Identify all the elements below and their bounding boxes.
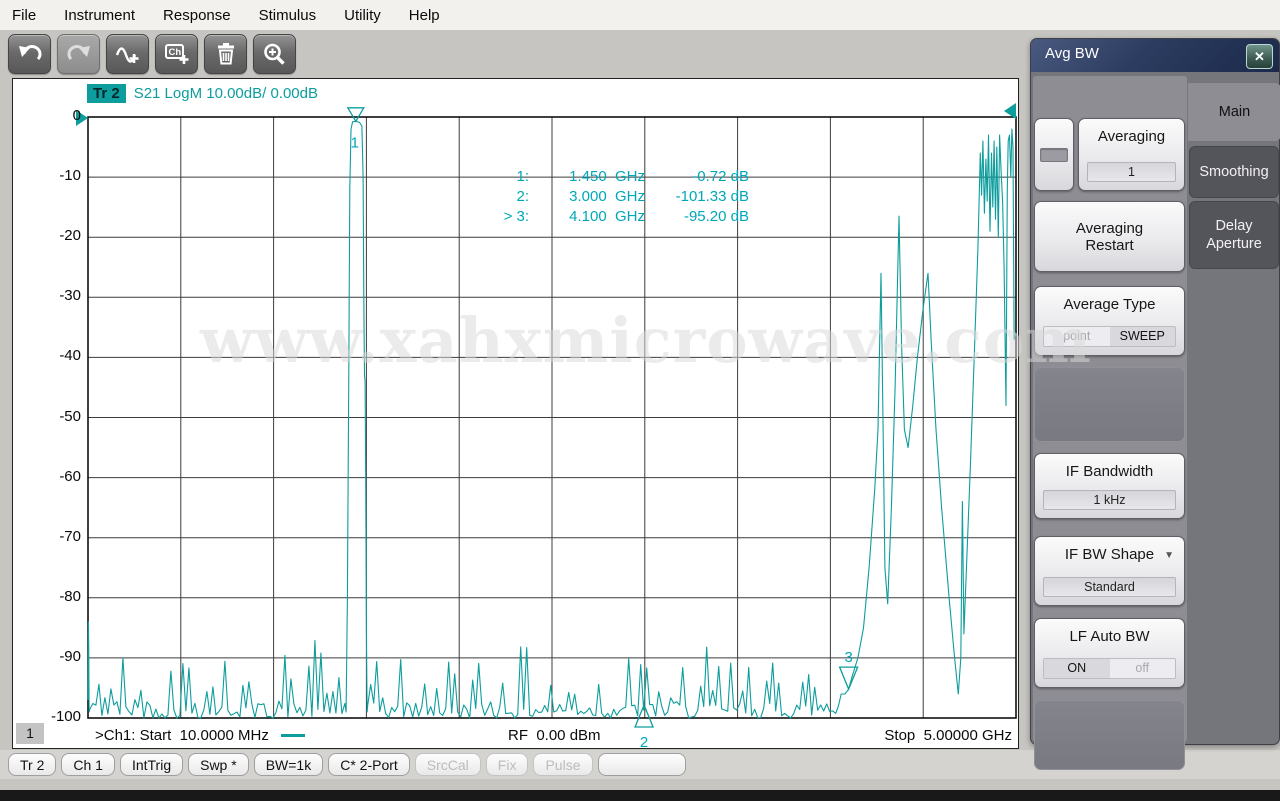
empty-softkey-2 [1034, 700, 1185, 770]
tab-delay-aperture[interactable]: Delay Aperture [1189, 201, 1279, 269]
marker-2-label: 2 [640, 734, 648, 749]
lf-auto-bw-off-option[interactable]: off [1110, 659, 1176, 678]
marker-row-3: > 3:4.100 GHz-95.20 dB [457, 207, 749, 227]
menu-item-stimulus[interactable]: Stimulus [245, 7, 331, 24]
tab-smoothing[interactable]: Smoothing [1189, 146, 1279, 198]
marker-row-2: 2:3.000 GHz-101.33 dB [457, 187, 749, 207]
bottom-dark-bar [0, 790, 1280, 801]
zoom-scale-button[interactable] [253, 34, 296, 74]
status-button-ch-1[interactable]: Ch 1 [61, 753, 115, 776]
trace-color-dash [281, 734, 305, 737]
status-button-c-2-port[interactable]: C* 2-Port [328, 753, 410, 776]
redo-icon [66, 42, 92, 66]
add-channel-button[interactable]: Ch [155, 34, 198, 74]
y-tick--20: -20 [31, 227, 81, 244]
lf-auto-bw-button[interactable]: LF Auto BW ON off [1034, 618, 1185, 688]
status-button-inttrig[interactable]: IntTrig [120, 753, 183, 776]
average-type-point-option[interactable]: point [1044, 327, 1110, 346]
menu-item-utility[interactable]: Utility [330, 7, 395, 24]
close-icon: ✕ [1254, 49, 1265, 64]
marker-1-symbol[interactable] [348, 108, 364, 122]
add-trace-icon [115, 42, 141, 66]
stimulus-stop-label: Stop 5.00000 GHz [884, 727, 1012, 744]
y-tick--80: -80 [31, 588, 81, 605]
delete-icon [213, 42, 239, 66]
status-button-swp[interactable]: Swp * [188, 753, 249, 776]
if-bandwidth-value[interactable]: 1 kHz [1043, 490, 1176, 510]
menu-item-instrument[interactable]: Instrument [50, 7, 149, 24]
if-bandwidth-label: IF Bandwidth [1035, 463, 1184, 480]
menu-bar: FileInstrumentResponseStimulusUtilityHel… [0, 0, 1280, 30]
undo-button[interactable] [8, 34, 51, 74]
tab-main[interactable]: Main [1188, 83, 1280, 141]
if-bw-shape-value[interactable]: Standard [1043, 577, 1176, 597]
bottom-strip [0, 779, 1280, 790]
marker-3-symbol[interactable] [840, 667, 858, 689]
dropdown-arrow-icon: ▼ [1164, 550, 1174, 561]
svg-text:Ch: Ch [168, 47, 181, 58]
status-button-fix[interactable]: Fix [486, 753, 529, 776]
status-button-empty[interactable] [598, 753, 686, 776]
average-type-label: Average Type [1035, 296, 1184, 313]
y-tick--60: -60 [31, 468, 81, 485]
menu-item-file[interactable]: File [12, 7, 50, 24]
status-button-tr-2[interactable]: Tr 2 [8, 753, 56, 776]
delete-button[interactable] [204, 34, 247, 74]
channel-badge[interactable]: 1 [16, 723, 44, 744]
panel-title: Avg BW [1045, 45, 1099, 62]
if-bw-shape-label: IF BW Shape [1035, 546, 1184, 563]
y-tick--70: -70 [31, 528, 81, 545]
averaging-toggle-led [1040, 148, 1068, 162]
y-tick--90: -90 [31, 648, 81, 665]
marker-readout-table: 1:1.450 GHz-0.72 dB2:3.000 GHz-101.33 dB… [457, 167, 749, 227]
rf-power-label: RF 0.00 dBm [508, 727, 601, 744]
lf-auto-bw-label: LF Auto BW [1035, 628, 1184, 645]
menu-item-help[interactable]: Help [395, 7, 454, 24]
redo-button[interactable] [57, 34, 100, 74]
start-frequency-text: >Ch1: Start 10.0000 MHz [95, 727, 269, 744]
panel-title-bar[interactable]: Avg BW ✕ [1031, 39, 1279, 72]
y-tick--50: -50 [31, 408, 81, 425]
averaging-restart-button[interactable]: Averaging Restart [1034, 201, 1185, 272]
y-tick--40: -40 [31, 347, 81, 364]
lf-auto-bw-on-option[interactable]: ON [1044, 659, 1110, 678]
add-trace-button[interactable] [106, 34, 149, 74]
zoom-scale-icon [262, 42, 288, 66]
averaging-restart-label: Averaging Restart [1035, 220, 1184, 254]
avg-bw-panel: Avg BW ✕ Averaging 1 Averaging Restart A… [1030, 38, 1280, 745]
averaging-toggle-button[interactable] [1034, 118, 1074, 191]
marker-1-label: 1 [351, 134, 359, 151]
averaging-label: Averaging [1079, 128, 1184, 145]
empty-softkey-1 [1034, 367, 1185, 442]
lf-auto-bw-segmented: ON off [1043, 658, 1176, 679]
status-button-pulse[interactable]: Pulse [533, 753, 592, 776]
averaging-value[interactable]: 1 [1087, 162, 1176, 182]
marker-3-label: 3 [844, 649, 852, 666]
panel-close-button[interactable]: ✕ [1246, 44, 1273, 69]
add-channel-icon: Ch [164, 42, 190, 66]
y-tick--30: -30 [31, 287, 81, 304]
menu-item-response[interactable]: Response [149, 7, 245, 24]
average-type-segmented: point SWEEP [1043, 326, 1176, 347]
marker-row-1: 1:1.450 GHz-0.72 dB [457, 167, 749, 187]
average-type-button[interactable]: Average Type point SWEEP [1034, 286, 1185, 356]
status-button-srccal[interactable]: SrcCal [415, 753, 481, 776]
stimulus-start-label: >Ch1: Start 10.0000 MHz [95, 727, 305, 744]
plot-window: Tr 2 S21 LogM 10.00dB/ 0.00dB 123 0-10-2… [12, 78, 1019, 749]
average-type-sweep-option[interactable]: SWEEP [1110, 327, 1176, 346]
status-button-bw-1k[interactable]: BW=1k [254, 753, 324, 776]
y-tick--10: -10 [31, 167, 81, 184]
if-bw-shape-button[interactable]: IF BW Shape ▼ Standard [1034, 536, 1185, 606]
averaging-button[interactable]: Averaging 1 [1078, 118, 1185, 191]
y-tick-0: 0 [31, 107, 81, 124]
if-bandwidth-button[interactable]: IF Bandwidth 1 kHz [1034, 453, 1185, 519]
undo-icon [17, 42, 43, 66]
